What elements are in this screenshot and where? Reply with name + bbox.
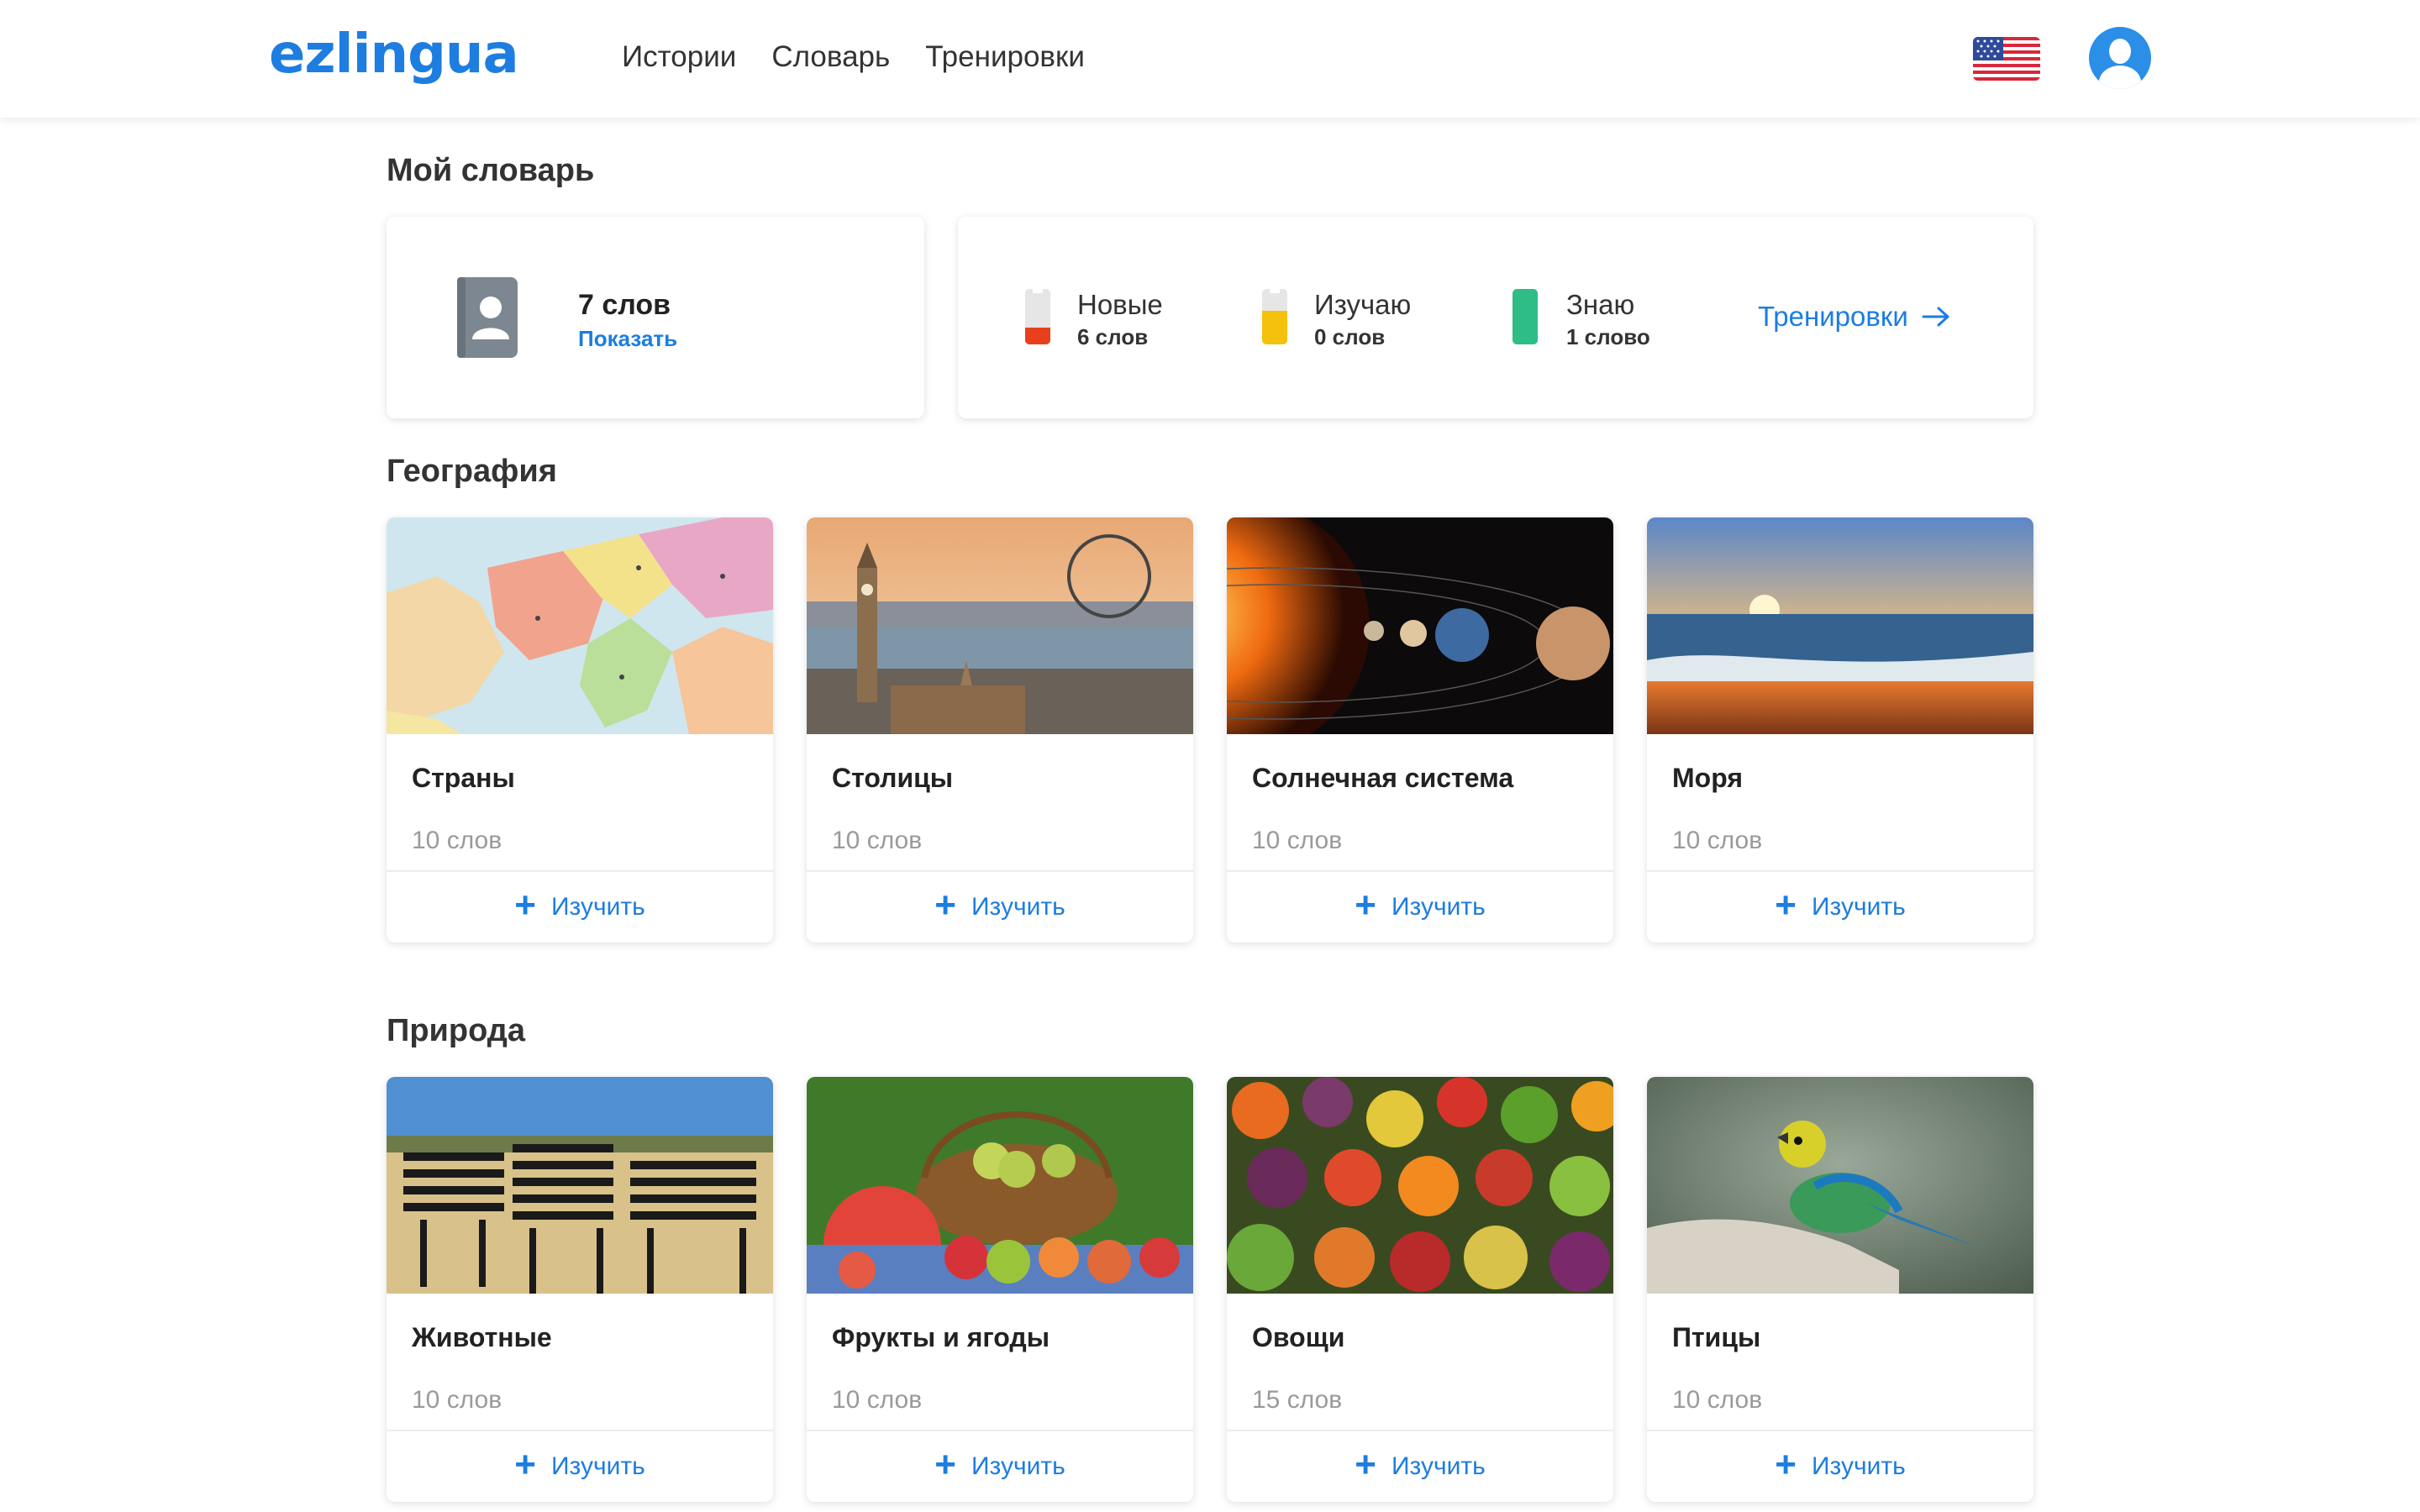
topic-word-count: 10 слов	[1672, 827, 1763, 854]
dictionary-stats-card: Новые 6 слов Изучаю 0 слов Знаю 1 слово …	[958, 217, 2033, 418]
user-avatar-icon[interactable]	[2089, 27, 2151, 89]
learn-button[interactable]: + Изучить	[1227, 872, 1613, 942]
learn-button-label: Изучить	[1391, 1452, 1486, 1480]
stat-known-label: Знаю	[1566, 289, 1635, 320]
section-title-nature: Природа	[387, 1013, 526, 1048]
topic-title: Страны	[412, 763, 515, 793]
battery-known-icon	[1512, 289, 1538, 344]
topic-title: Столицы	[832, 763, 954, 793]
topic-card-vegetables[interactable]: Овощи 15 слов + Изучить	[1227, 1077, 1613, 1502]
trainings-link[interactable]: Тренировки	[1758, 301, 1950, 333]
learn-button[interactable]: + Изучить	[1227, 1431, 1613, 1502]
plus-icon: +	[514, 885, 536, 926]
learn-button-label: Изучить	[550, 893, 645, 921]
nav-trainings[interactable]: Тренировки	[925, 40, 1085, 74]
topic-image-solar-system	[1227, 517, 1613, 734]
dictionary-summary-card: 7 слов Показать	[387, 217, 924, 418]
battery-known-fill	[1512, 289, 1538, 344]
dictionary-word-count: 7 слов	[578, 289, 671, 321]
learn-button[interactable]: + Изучить	[807, 1431, 1193, 1502]
learn-button-label: Изучить	[1391, 893, 1486, 921]
topic-word-count: 10 слов	[412, 827, 502, 854]
topic-image-vegetables	[1227, 1077, 1613, 1294]
topic-word-count: 10 слов	[1252, 827, 1343, 854]
logo[interactable]: ezlingua	[269, 24, 519, 86]
contact-book-icon	[457, 277, 518, 358]
avatar-head	[2109, 39, 2131, 64]
arrow-right-icon	[1922, 307, 1949, 327]
learn-button-label: Изучить	[971, 893, 1065, 921]
learn-button[interactable]: + Изучить	[1647, 1431, 2033, 1502]
learn-button[interactable]: + Изучить	[387, 872, 773, 942]
topic-card-solar-system[interactable]: Солнечная система 10 слов + Изучить	[1227, 517, 1613, 942]
plus-icon: +	[1355, 1444, 1376, 1485]
main-nav: Истории Словарь Тренировки	[622, 40, 1085, 74]
learn-button-label: Изучить	[550, 1452, 645, 1480]
topic-image-bird	[1647, 1077, 2033, 1294]
learn-button-label: Изучить	[1811, 1452, 1906, 1480]
topic-title: Животные	[412, 1322, 552, 1352]
topic-title: Солнечная система	[1252, 763, 1514, 793]
show-dictionary-link[interactable]: Показать	[578, 326, 677, 352]
learn-button[interactable]: + Изучить	[387, 1431, 773, 1502]
nav-dictionary[interactable]: Словарь	[771, 40, 890, 74]
topic-word-count: 10 слов	[1672, 1386, 1763, 1414]
trainings-link-label: Тренировки	[1758, 301, 1908, 332]
topic-title: Моря	[1672, 763, 1743, 793]
topic-card-birds[interactable]: Птицы 10 слов + Изучить	[1647, 1077, 2033, 1502]
stat-known-count: 1 слово	[1566, 324, 1650, 349]
plus-icon: +	[1355, 885, 1376, 926]
plus-icon: +	[514, 1444, 536, 1485]
topic-word-count: 15 слов	[1252, 1386, 1343, 1414]
topic-word-count: 10 слов	[832, 1386, 923, 1414]
plus-icon: +	[1775, 1444, 1797, 1485]
battery-learning-fill	[1262, 311, 1287, 344]
learn-button[interactable]: + Изучить	[1647, 872, 2033, 942]
section-title-geography: География	[387, 454, 557, 489]
topic-image-map	[387, 517, 773, 734]
learn-button-label: Изучить	[971, 1452, 1065, 1480]
avatar-body	[2099, 66, 2141, 89]
topic-card-animals[interactable]: Животные 10 слов + Изучить	[387, 1077, 773, 1502]
topic-card-countries[interactable]: Страны 10 слов + Изучить	[387, 517, 773, 942]
stat-learning-count: 0 слов	[1314, 324, 1386, 349]
topic-card-seas[interactable]: Моря 10 слов + Изучить	[1647, 517, 2033, 942]
battery-new-fill	[1025, 328, 1050, 344]
topic-title: Овощи	[1252, 1322, 1345, 1352]
dictionary-title: Мой словарь	[387, 153, 595, 188]
plus-icon: +	[1775, 885, 1797, 926]
plus-icon: +	[934, 1444, 956, 1485]
topic-word-count: 10 слов	[832, 827, 923, 854]
stat-learning-label: Изучаю	[1314, 289, 1412, 320]
topic-card-capitals[interactable]: Столицы 10 слов + Изучить	[807, 517, 1193, 942]
topic-image-fruits	[807, 1077, 1193, 1294]
topic-image-zebras	[387, 1077, 773, 1294]
topic-image-london	[807, 517, 1193, 734]
plus-icon: +	[934, 885, 956, 926]
stat-new-label: Новые	[1077, 289, 1163, 320]
battery-new-icon	[1025, 289, 1050, 344]
topic-title: Фрукты и ягоды	[832, 1322, 1050, 1352]
topic-title: Птицы	[1672, 1322, 1761, 1352]
stat-new-count: 6 слов	[1077, 324, 1149, 349]
topic-word-count: 10 слов	[412, 1386, 502, 1414]
learn-button[interactable]: + Изучить	[807, 872, 1193, 942]
nav-stories[interactable]: Истории	[622, 40, 736, 74]
battery-learning-icon	[1262, 289, 1287, 344]
top-header: ezlingua Истории Словарь Тренировки	[0, 0, 2420, 118]
topic-card-fruits[interactable]: Фрукты и ягоды 10 слов + Изучить	[807, 1077, 1193, 1502]
topic-image-sea	[1647, 517, 2033, 734]
us-flag-icon[interactable]	[1973, 37, 2040, 81]
learn-button-label: Изучить	[1811, 893, 1906, 921]
